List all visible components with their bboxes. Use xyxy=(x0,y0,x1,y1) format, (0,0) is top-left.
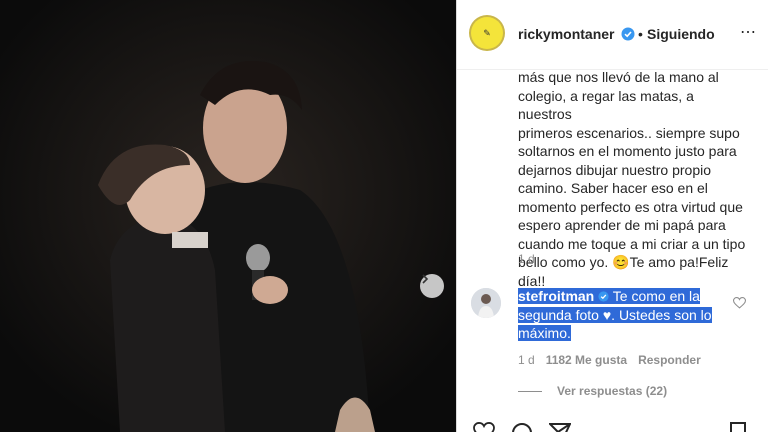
separator-dot: • xyxy=(638,26,643,42)
post-photo xyxy=(0,0,456,432)
caption-line: primeros escenarios.. siempre supo xyxy=(518,124,740,141)
post-sidebar: ✎ rickymontaner • Siguiendo ⋯ más que no… xyxy=(456,0,768,432)
following-button[interactable]: Siguiendo xyxy=(647,26,715,42)
post-caption: más que nos llevó de la mano al colegio,… xyxy=(518,68,750,290)
comment-body: stefroitman Te como en la segunda foto ♥… xyxy=(518,287,718,343)
comment-timestamp: 1 d xyxy=(518,353,535,367)
replies-divider xyxy=(518,391,542,392)
caption-line: soltarnos en el momento justo para xyxy=(518,143,737,159)
reply-button[interactable]: Responder xyxy=(638,353,701,367)
more-options-icon[interactable]: ⋯ xyxy=(740,22,757,42)
post-header: ✎ rickymontaner • Siguiendo ⋯ xyxy=(457,0,768,70)
caption-line: cuando me toque a mi criar a un tipo xyxy=(518,235,746,252)
photo-image xyxy=(0,0,456,432)
caption-line: espero aprender de mi papá para xyxy=(518,217,726,233)
caption-line: colegio, a regar las matas, a nuestros xyxy=(518,87,694,123)
comment-username[interactable]: stefroitman xyxy=(518,288,595,304)
comment-icon[interactable] xyxy=(511,422,533,432)
caption-timestamp: 1 d xyxy=(518,252,535,266)
caption-line: camino. Saber hacer eso en el xyxy=(518,180,708,196)
chevron-right-icon xyxy=(422,274,429,284)
bookmark-icon[interactable] xyxy=(729,422,747,432)
author-username[interactable]: rickymontaner xyxy=(518,26,614,42)
share-icon[interactable] xyxy=(549,422,571,432)
commenter-avatar[interactable] xyxy=(471,288,501,318)
avatar-image xyxy=(471,288,501,318)
verified-badge-icon xyxy=(621,27,635,41)
next-photo-button[interactable] xyxy=(420,274,444,298)
comment-meta: 1 d 1182 Me gusta Responder xyxy=(518,353,712,367)
author-avatar[interactable]: ✎ xyxy=(469,15,505,51)
caption-line: momento perfecto es otra virtud que xyxy=(518,198,743,215)
caption-line: más que nos llevó de la mano al xyxy=(518,69,719,85)
action-bar xyxy=(457,418,768,432)
avatar-image: ✎ xyxy=(471,17,503,49)
heart-icon[interactable] xyxy=(733,297,746,309)
verified-badge-icon xyxy=(594,288,613,304)
caption-line: dejarnos dibujar nuestro propio xyxy=(518,161,712,178)
like-heart-icon[interactable] xyxy=(473,422,495,432)
comment-likes[interactable]: 1182 Me gusta xyxy=(546,353,627,367)
view-replies-link[interactable]: Ver respuestas (22) xyxy=(557,384,667,398)
caption-line: bello como yo. 😊Te amo pa!Feliz día!! xyxy=(518,254,729,289)
